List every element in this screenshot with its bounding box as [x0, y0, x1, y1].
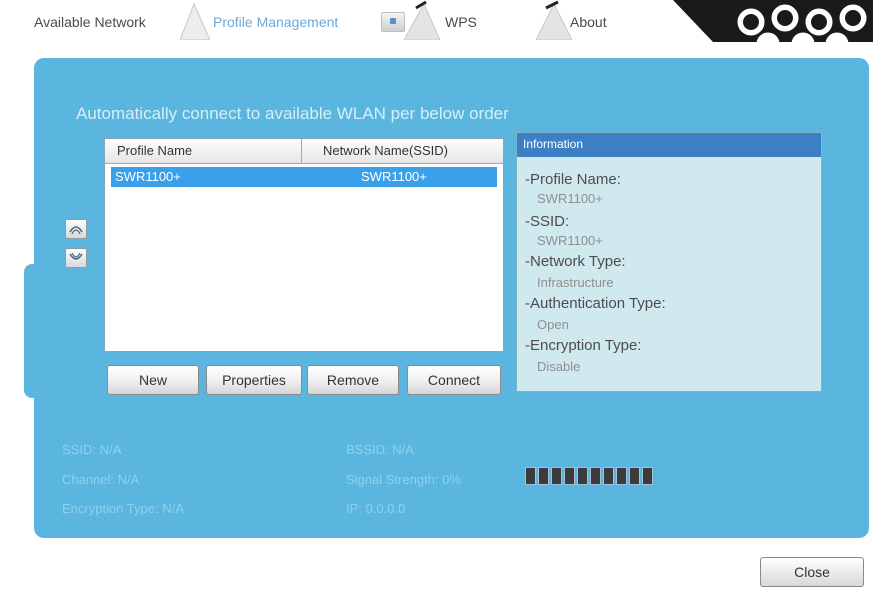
network-type-label: -Network Type:: [525, 253, 626, 270]
auto-connect-heading: Automatically connect to available WLAN …: [76, 104, 509, 123]
move-up-button[interactable]: [65, 219, 87, 239]
new-profile-button[interactable]: New: [107, 365, 199, 395]
status-ssid: SSID: N/A: [62, 442, 122, 457]
profile-name-label: -Profile Name:: [525, 171, 621, 188]
status-ip: IP: 0.0.0.0: [346, 501, 406, 516]
remove-button[interactable]: Remove: [307, 365, 399, 395]
tab-profile-management[interactable]: Profile Management: [213, 14, 338, 38]
network-type-value: Infrastructure: [537, 275, 614, 290]
signal-segment: [590, 467, 601, 485]
authentication-type-value: Open: [537, 317, 569, 332]
ssid-value: SWR1100+: [537, 233, 603, 248]
signal-segment: [616, 467, 627, 485]
ssid-cell: SWR1100+: [361, 169, 427, 184]
signal-segment: [603, 467, 614, 485]
tab-wps[interactable]: WPS: [445, 14, 477, 38]
profile-name-value: SWR1100+: [537, 191, 603, 206]
tab-divider: [180, 2, 210, 40]
information-panel: Information -Profile Name: SWR1100+ -SSI…: [516, 132, 822, 392]
decorative-pattern: [673, 0, 873, 42]
close-button[interactable]: Close: [760, 557, 864, 587]
information-title: Information: [523, 137, 584, 151]
signal-segment: [525, 467, 536, 485]
wps-icon[interactable]: [381, 12, 405, 32]
column-header-ssid[interactable]: Network Name(SSID): [323, 143, 448, 158]
list-header: Profile Name Network Name(SSID): [105, 139, 503, 164]
status-signal-strength: Signal Strength: 0%: [346, 472, 461, 487]
connect-button[interactable]: Connect: [407, 365, 501, 395]
move-down-button[interactable]: [65, 248, 87, 268]
signal-segment: [577, 467, 588, 485]
properties-button[interactable]: Properties: [206, 365, 302, 395]
signal-segment: [564, 467, 575, 485]
profile-list[interactable]: Profile Name Network Name(SSID) SWR1100+…: [104, 138, 504, 352]
tab-about[interactable]: About: [570, 14, 607, 38]
tab-divider: [404, 0, 440, 40]
status-bssid: BSSID: N/A: [346, 442, 414, 457]
tab-strip: Available Network Profile Management WPS…: [0, 0, 873, 50]
move-down-icon: [69, 252, 83, 260]
status-channel: Channel: N/A: [62, 472, 140, 487]
encryption-type-label: -Encryption Type:: [525, 337, 642, 354]
signal-segment: [629, 467, 640, 485]
signal-segment: [538, 467, 549, 485]
list-item[interactable]: SWR1100+ SWR1100+: [111, 167, 497, 187]
encryption-type-value: Disable: [537, 359, 581, 374]
column-divider: [301, 139, 302, 163]
profile-name-cell: SWR1100+: [115, 169, 181, 184]
panel-lip: [24, 264, 42, 398]
status-encryption-type: Encryption Type: N/A: [62, 501, 184, 516]
signal-segment: [642, 467, 653, 485]
signal-segment: [551, 467, 562, 485]
signal-strength-meter: [525, 467, 653, 485]
column-header-profile-name[interactable]: Profile Name: [117, 143, 192, 158]
authentication-type-label: -Authentication Type:: [525, 295, 666, 312]
information-title-bar: Information: [517, 133, 821, 157]
ssid-label: -SSID:: [525, 213, 570, 230]
move-up-icon: [69, 226, 83, 235]
tab-available-network[interactable]: Available Network: [34, 14, 146, 38]
tab-divider: [536, 0, 572, 40]
